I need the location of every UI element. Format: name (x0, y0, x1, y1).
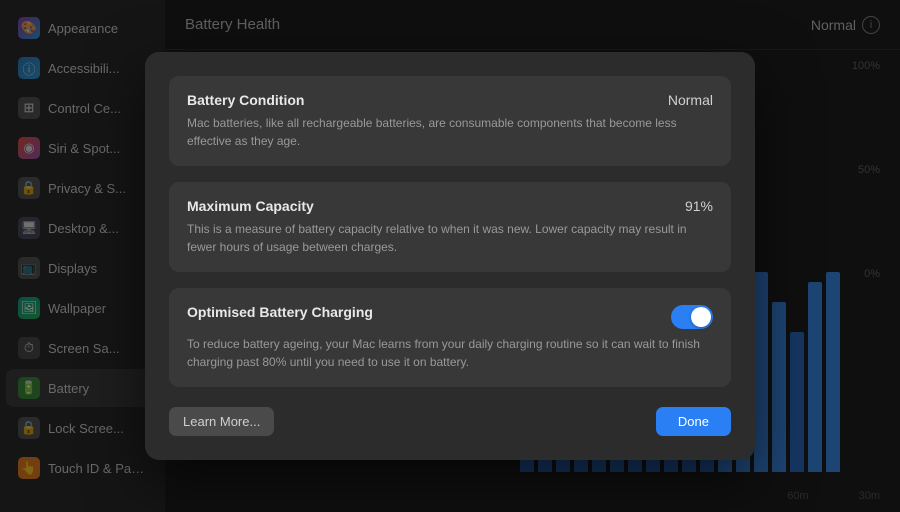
maximum-capacity-value: 91% (685, 198, 713, 214)
optimised-charging-toggle[interactable] (671, 305, 713, 329)
maximum-capacity-card: Maximum Capacity 91% This is a measure o… (169, 182, 731, 272)
optimised-charging-desc: To reduce battery ageing, your Mac learn… (187, 335, 713, 371)
done-button[interactable]: Done (656, 407, 731, 436)
battery-condition-value: Normal (668, 92, 713, 108)
optimised-charging-header: Optimised Battery Charging (187, 304, 713, 329)
modal-footer: Learn More... Done (169, 403, 731, 436)
maximum-capacity-desc: This is a measure of battery capacity re… (187, 220, 713, 256)
battery-condition-desc: Mac batteries, like all rechargeable bat… (187, 114, 713, 150)
battery-health-modal: Battery Condition Normal Mac batteries, … (145, 52, 755, 460)
learn-more-button[interactable]: Learn More... (169, 407, 274, 436)
maximum-capacity-header: Maximum Capacity 91% (187, 198, 713, 214)
battery-condition-header: Battery Condition Normal (187, 92, 713, 108)
optimised-charging-title: Optimised Battery Charging (187, 304, 373, 320)
battery-condition-title: Battery Condition (187, 92, 304, 108)
optimised-charging-card: Optimised Battery Charging To reduce bat… (169, 288, 731, 387)
maximum-capacity-title: Maximum Capacity (187, 198, 314, 214)
battery-condition-card: Battery Condition Normal Mac batteries, … (169, 76, 731, 166)
modal-overlay: Battery Condition Normal Mac batteries, … (0, 0, 900, 512)
